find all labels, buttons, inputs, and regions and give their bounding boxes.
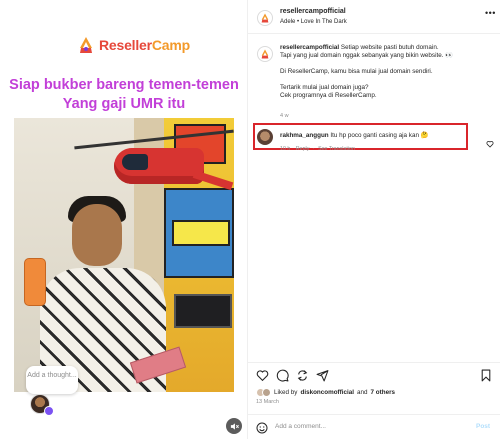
mute-button[interactable] [226,418,242,434]
commenter-avatar[interactable] [257,129,273,145]
headline-line-1: Siap bukber bareng temen-temen [9,77,239,93]
likes-others-link[interactable]: 7 others [371,389,396,396]
resellercamp-avatar-icon [261,49,269,59]
more-horizontal-icon[interactable]: ••• [485,8,496,18]
resellercamp-avatar-icon [261,13,269,23]
author-avatar[interactable] [257,10,273,26]
bookmark-icon [481,369,491,382]
like-button[interactable] [256,369,269,387]
post-comment-button[interactable]: Post [476,423,490,430]
photo-comic-panel-2 [164,188,234,278]
resellercamp-logo-icon [78,36,94,54]
comment-time: 10 h [280,146,291,152]
speaker-muted-icon [230,422,239,430]
comment-body: Itu hp poco ganti casing aja kan 🤔 [330,132,429,139]
caption-line-5: Cek programnya di ResellerCamp. [280,92,377,99]
caption-timestamp: 4 w [280,113,289,119]
save-button[interactable] [480,369,492,387]
comment-text: rakhma_anggun Itu hp poco ganti casing a… [280,131,429,139]
commenter-username[interactable]: rakhma_anggun [280,132,329,139]
post-headline: Siap bukber bareng temen-temen Yang gaji… [0,76,247,114]
headline-line-2: Yang gaji UMR itu [62,96,186,112]
post-media-panel: ResellerCamp Siap bukber bareng temen-te… [0,0,248,439]
thought-badge-icon [44,406,54,416]
liker-avatar[interactable] [262,388,271,397]
photo-laptop [174,294,232,328]
comment-meta: 10 h Reply · See Translation [280,146,355,152]
post-date: 13 March [256,399,279,405]
caption-line-2: Tapi yang jual domain nggak sebanyak yan… [280,52,454,59]
liker-username[interactable]: diskoncomofficial [300,389,354,396]
post-header: resellercampofficial Adele • Love In The… [248,0,500,34]
caption-line-4: Tertarik mulai jual domain juga? [280,84,369,91]
caption-username[interactable]: resellercampofficial [280,44,339,51]
orange-phone [24,258,46,306]
audio-track[interactable]: Adele • Love In The Dark [280,19,347,25]
comment-like-button[interactable] [486,135,494,153]
author-username[interactable]: resellercampofficial [280,8,346,15]
see-translation-link[interactable]: See Translation [318,146,355,152]
share-icon [297,370,308,381]
heart-icon [256,370,269,382]
helicopter-window [122,154,148,170]
emoji-icon [256,422,268,434]
share-button[interactable] [296,369,309,387]
likes-prefix: Liked by [274,389,298,396]
comment-input[interactable] [275,423,455,430]
add-thought-bubble[interactable]: Add a thought... [26,366,78,394]
caption-line-3: Di ResellerCamp, kamu bisa mulai jual do… [280,68,433,75]
caption-line-1: Setiap website pasti butuh domain. [340,44,439,51]
likes-summary: Liked by diskoncomofficial and 7 others [256,388,395,397]
brand-logo: ResellerCamp [78,36,190,54]
caption-avatar[interactable] [257,46,273,62]
emoji-button[interactable] [256,421,268,439]
add-comment-bar: Post [248,414,500,439]
caption-text: resellercampofficial Setiap website past… [280,44,492,108]
brand-name: ResellerCamp [99,37,190,53]
heart-icon [486,141,494,148]
reply-link[interactable]: Reply [296,146,310,152]
send-icon [316,370,329,382]
action-bar [248,362,500,384]
likes-and: and [357,389,368,396]
send-button[interactable] [316,369,329,387]
person-head [72,204,122,266]
post-photo [14,118,234,392]
comment-button[interactable] [276,369,289,387]
comment-icon [276,369,289,382]
post-details-panel: resellercampofficial Adele • Love In The… [248,0,500,439]
